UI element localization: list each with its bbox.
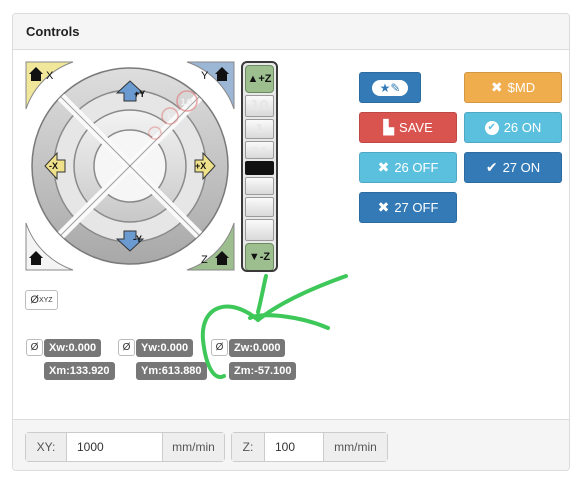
z-feedrate-group: Z: 100 mm/min <box>231 432 388 462</box>
xy-feedrate-input[interactable]: 1000 <box>66 433 163 461</box>
xy-feedrate-unit: mm/min <box>163 433 224 461</box>
annotation-arrow <box>200 274 348 380</box>
xy-feedrate-group: XY: 1000 mm/min <box>25 432 225 462</box>
xy-feedrate-label: XY: <box>26 433 66 461</box>
z-feedrate-label: Z: <box>232 433 264 461</box>
z-feedrate-unit: mm/min <box>324 433 387 461</box>
z-feedrate-input[interactable]: 100 <box>264 433 324 461</box>
